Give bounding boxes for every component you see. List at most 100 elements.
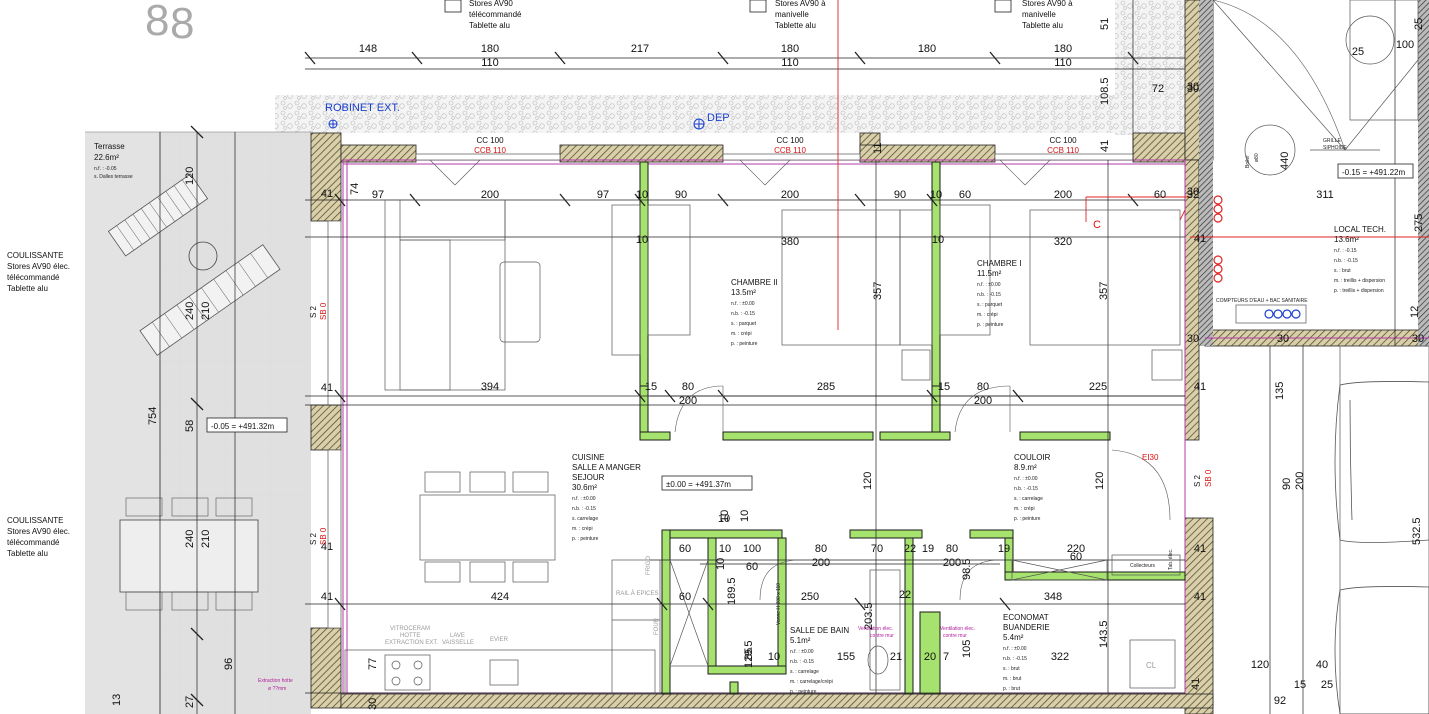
stores-label: Tablette alu bbox=[469, 21, 510, 30]
dimension-value: 90 bbox=[675, 189, 687, 201]
dimension-value: 148 bbox=[359, 43, 377, 55]
dimension-value: 80 bbox=[682, 381, 694, 393]
room-chambre-1: n.f. : ±0.00 bbox=[977, 282, 1001, 288]
room-economat: s. : brut bbox=[1003, 666, 1020, 672]
dimension-value: 100 bbox=[1396, 39, 1414, 51]
dimension-value: 41 bbox=[1194, 233, 1206, 245]
room-chambre-1: n.b. : -0.15 bbox=[977, 292, 1001, 298]
dimension-value: 41 bbox=[1194, 381, 1206, 393]
dimension-value: 41 bbox=[321, 591, 333, 603]
room-chambre-1: p. : peinture bbox=[977, 322, 1004, 328]
dimension-value: 80 bbox=[977, 381, 989, 393]
coulissante-label: COULISSANTE bbox=[7, 251, 63, 260]
dimension-value: 41 bbox=[321, 188, 333, 200]
dimension-value: 30 bbox=[1187, 81, 1199, 93]
dimension-value: 357 bbox=[1098, 282, 1110, 300]
dep-label: DEP bbox=[707, 112, 730, 124]
room-chambre-2: 13.5m² bbox=[731, 288, 756, 297]
room-sdb: p. : peinture bbox=[790, 689, 817, 695]
kitchen-label: EXTRACTION EXT. bbox=[385, 640, 438, 646]
dimension-value: 200 bbox=[974, 395, 992, 407]
coulissante-label: télécommandé bbox=[7, 538, 60, 547]
dimension-value: 210 bbox=[200, 302, 212, 320]
extraction-hotte-label: Extraction hotte bbox=[258, 678, 293, 684]
dimension-value: 155 bbox=[837, 651, 855, 663]
dimension-value: 80 bbox=[815, 543, 827, 555]
stores-label: Stores AV90 à bbox=[1022, 0, 1073, 8]
room-chambre-2: n.b. : -0.15 bbox=[731, 311, 755, 317]
coulissante-label: Tablette alu bbox=[7, 549, 48, 558]
boiler-circles bbox=[1264, 309, 1301, 319]
dimension-value: 90 bbox=[1281, 478, 1293, 490]
dimension-value: 210 bbox=[200, 530, 212, 548]
room-economat: m. : brut bbox=[1003, 676, 1022, 682]
dimension-value: 10 bbox=[739, 510, 751, 522]
dimension-value: 60 bbox=[746, 561, 758, 573]
dimension-value: 200 bbox=[481, 189, 499, 201]
red-conduits bbox=[1213, 195, 1223, 283]
dimension-value: 180 bbox=[918, 43, 936, 55]
stores-label: manivelle bbox=[775, 10, 809, 19]
dimension-value: 12 bbox=[1409, 306, 1421, 318]
room-couloir: n.f. : ±0.00 bbox=[1014, 476, 1038, 482]
ventilation-label: Ventilation élec. bbox=[940, 626, 975, 632]
grille-label: SIPHOIDE bbox=[1323, 145, 1348, 151]
dimension-value: 20 bbox=[924, 651, 936, 663]
dimension-value: 15 bbox=[1294, 679, 1306, 691]
boiler-label: ø80 bbox=[1254, 153, 1260, 162]
room-local-tech: p. : treillis + dispersion bbox=[1334, 288, 1384, 294]
dimension-value: 240 bbox=[184, 530, 196, 548]
room-economat: p. : brut bbox=[1003, 686, 1021, 692]
ei30-label: EI30 bbox=[1142, 453, 1159, 462]
dimension-value: 311 bbox=[1316, 189, 1334, 201]
room-cuisine: p. : peinture bbox=[572, 536, 599, 542]
coulissante-label: COULISSANTE bbox=[7, 516, 63, 525]
dimension-value: 7 bbox=[943, 651, 949, 663]
big-number-top-2: 8 bbox=[170, 0, 194, 48]
rail-label: RAIL À EPICES bbox=[616, 590, 658, 597]
dimension-value: 41 bbox=[1190, 678, 1202, 690]
dimension-value: 41 bbox=[1099, 140, 1111, 152]
section-marker: S 2 bbox=[309, 532, 318, 545]
dimension-value: 30 bbox=[1187, 333, 1199, 345]
dimension-value: 27 bbox=[184, 696, 196, 708]
room-cuisine: s. carrelage bbox=[572, 516, 598, 522]
room-sdb: m. : carrelage/crépi bbox=[790, 679, 833, 685]
dimension-value: 10 bbox=[636, 189, 648, 201]
dimension-value: 285 bbox=[817, 381, 835, 393]
room-sdb: n.b. : -0.15 bbox=[790, 659, 814, 665]
frigo-label: FRIGO bbox=[646, 556, 652, 575]
dimension-value: 120 bbox=[1094, 472, 1106, 490]
dimension-value: 10 bbox=[932, 234, 944, 246]
dimension-value: 97 bbox=[597, 189, 609, 201]
robinet-label: ROBINET EXT. bbox=[325, 102, 400, 114]
dimension-value: 380 bbox=[781, 236, 799, 248]
ventilation-label: contre mur bbox=[943, 633, 967, 639]
dimension-value: 77 bbox=[367, 658, 379, 670]
room-cuisine: SALLE A MANGER bbox=[572, 463, 641, 472]
room-local-tech: LOCAL TECH. bbox=[1334, 225, 1386, 234]
dimension-value: 15 bbox=[645, 381, 657, 393]
cc-label: CC 100 bbox=[776, 136, 804, 145]
dimension-value: 532.5 bbox=[1411, 517, 1423, 545]
dimension-value: 108.5 bbox=[1099, 77, 1111, 105]
dimension-value: 72 bbox=[1152, 83, 1164, 95]
room-sdb: SALLE DE BAIN bbox=[790, 626, 849, 635]
kitchen-label: EVIER bbox=[490, 637, 509, 643]
terrace-spec: n.f. : -0.05 bbox=[94, 166, 117, 172]
dimension-value: 100 bbox=[743, 543, 761, 555]
dimension-value: 25 bbox=[1321, 679, 1333, 691]
dimension-value: 320 bbox=[1054, 236, 1072, 248]
collecteurs-label: Collecteurs bbox=[1130, 563, 1156, 569]
sb-marker: SB 0 bbox=[319, 527, 328, 545]
dimension-value: 275 bbox=[1413, 214, 1425, 232]
room-local-tech: 13.6m² bbox=[1334, 235, 1359, 244]
dimension-value: 41 bbox=[1194, 591, 1206, 603]
dimension-value: 51 bbox=[1099, 18, 1111, 30]
dimension-value: 30 bbox=[1277, 333, 1289, 345]
dimension-value: 58 bbox=[184, 420, 196, 432]
stores-label: Tablette alu bbox=[1022, 21, 1063, 30]
dimension-value: 11 bbox=[872, 143, 884, 154]
section-c-marker: C bbox=[1093, 219, 1101, 231]
dimension-value: 322 bbox=[1051, 651, 1069, 663]
